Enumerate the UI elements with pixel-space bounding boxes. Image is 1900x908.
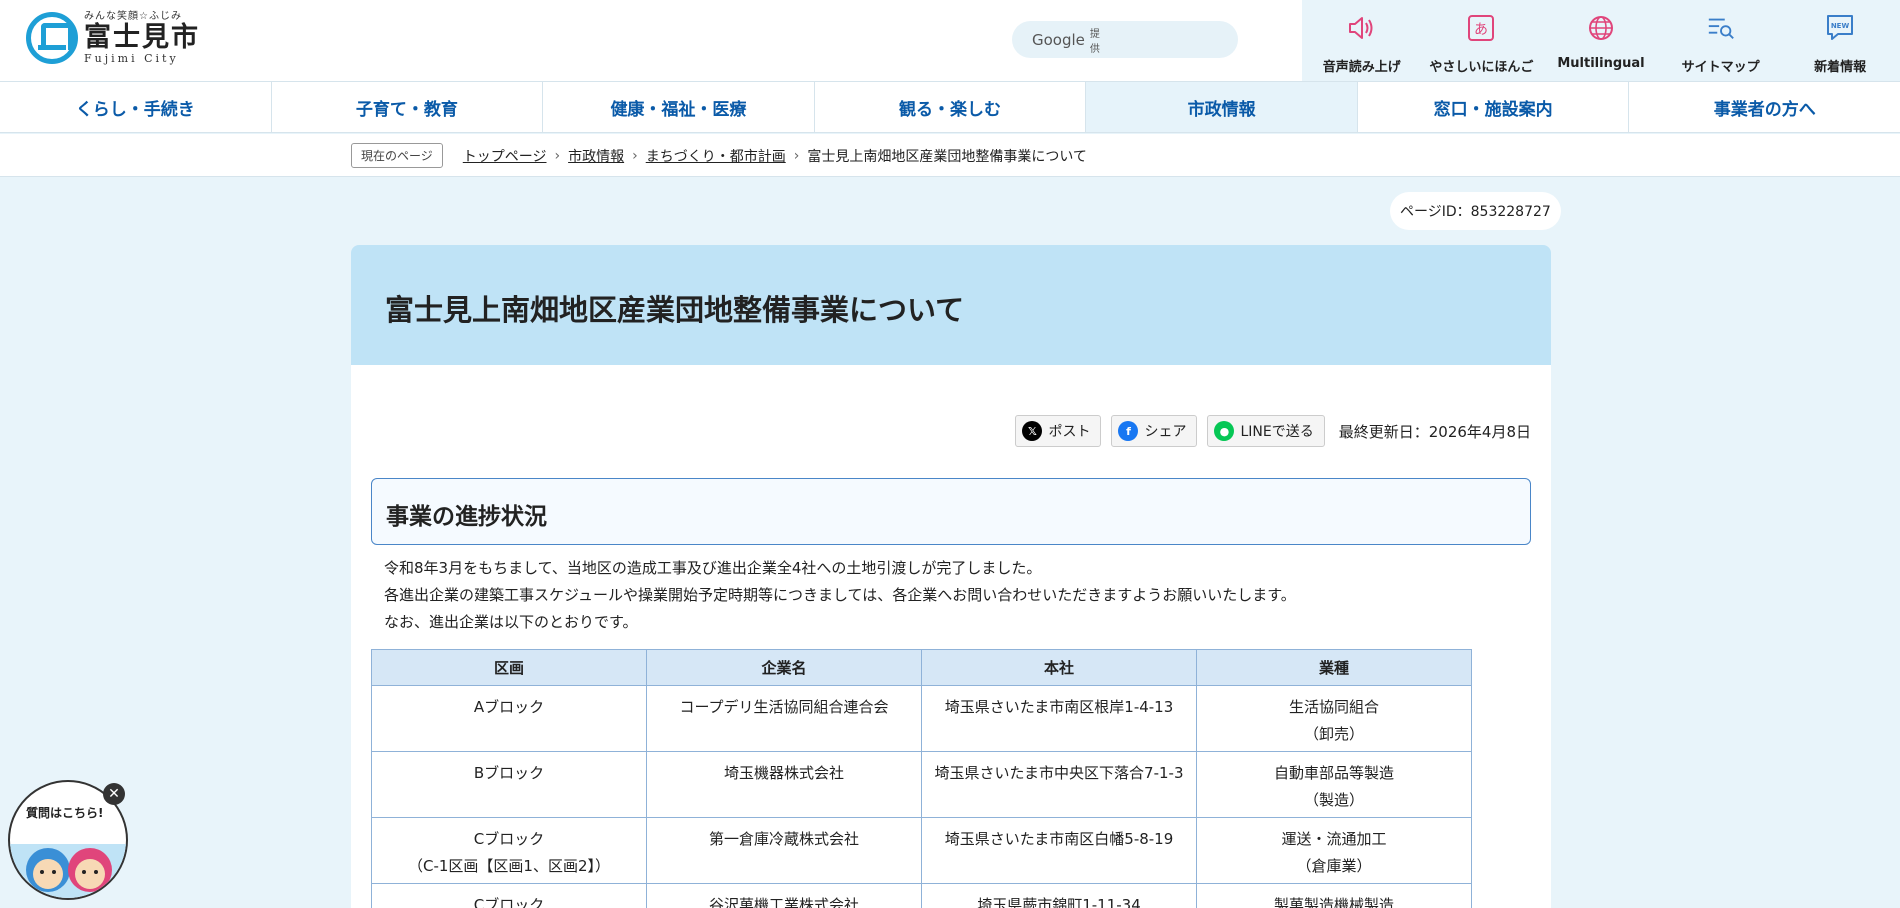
gnav-item-facilities[interactable]: 窓口・施設案内 bbox=[1358, 82, 1630, 132]
gnav-item-leisure[interactable]: 観る・楽しむ bbox=[815, 82, 1087, 132]
hiragana-a-icon: あ bbox=[1466, 13, 1496, 43]
cell-company: 埼玉機器株式会社 bbox=[646, 751, 922, 818]
cell-hq: 埼玉県さいたま市中央区下落合7-1-3 bbox=[921, 751, 1197, 818]
column-header: 区画 bbox=[371, 649, 647, 686]
cell-block: Cブロック （C-1区画【区画1、区画2】） bbox=[371, 817, 647, 884]
breadcrumb-link-top[interactable]: トップページ bbox=[463, 146, 547, 166]
page-id: ページID：853228727 bbox=[1390, 192, 1561, 230]
site-logo[interactable]: みんな笑顔☆ふじみ 富士見市 Fujimi City bbox=[26, 12, 200, 64]
breadcrumb-link-city-admin[interactable]: 市政情報 bbox=[568, 146, 624, 166]
util-sitemap[interactable]: サイトマップ bbox=[1661, 0, 1781, 81]
breadcrumb: 現在のページ トップページ › 市政情報 › まちづくり・都市計画 › 富士見上… bbox=[351, 143, 1087, 168]
new-bubble-icon: NEW bbox=[1825, 13, 1855, 43]
cell-company: コープデリ生活協同組合連合会 bbox=[646, 685, 922, 752]
section-heading-box: 事業の進捗状況 bbox=[371, 478, 1531, 545]
gnav-item-city-admin[interactable]: 市政情報 bbox=[1086, 82, 1358, 132]
share-x-label: ポスト bbox=[1048, 424, 1091, 440]
share-facebook-button[interactable]: f シェア bbox=[1111, 415, 1198, 447]
chatbot-close-button[interactable]: ✕ bbox=[103, 783, 125, 805]
share-x-button[interactable]: 𝕏 ポスト bbox=[1015, 415, 1102, 447]
table-row: Bブロック 埼玉機器株式会社 埼玉県さいたま市中央区下落合7-1-3 自動車部品… bbox=[371, 751, 1472, 818]
cell-industry: 生活協同組合 （卸売） bbox=[1196, 685, 1472, 752]
breadcrumb-link-urban-planning[interactable]: まちづくり・都市計画 bbox=[646, 146, 786, 166]
cell-block: Aブロック bbox=[371, 685, 647, 752]
speaker-icon bbox=[1347, 13, 1377, 43]
paragraph: 令和8年3月をもちまして、当地区の造成工事及び進出企業全4社への土地引渡しが完了… bbox=[384, 559, 1042, 577]
chevron-right-icon: › bbox=[632, 147, 638, 164]
svg-text:あ: あ bbox=[1474, 22, 1488, 38]
site-search: Google 提供 bbox=[1012, 21, 1276, 58]
util-label: Multilingual bbox=[1557, 56, 1645, 71]
main-content: 𝕏 ポスト f シェア ● LINEで送る 最終更新日：2026年4月8日 事業… bbox=[351, 365, 1551, 908]
gnav-item-health[interactable]: 健康・福祉・医療 bbox=[543, 82, 815, 132]
cell-industry: 自動車部品等製造 （製造） bbox=[1196, 751, 1472, 818]
share-line-button[interactable]: ● LINEで送る bbox=[1207, 415, 1325, 447]
city-emblem-icon bbox=[26, 12, 78, 64]
util-label: 音声読み上げ bbox=[1322, 60, 1401, 75]
title-box: 富士見上南畑地区産業団地整備事業について bbox=[351, 245, 1551, 365]
share-line-label: LINEで送る bbox=[1240, 424, 1314, 440]
line-icon: ● bbox=[1214, 421, 1235, 441]
chevron-right-icon: › bbox=[554, 147, 561, 164]
util-new-info[interactable]: NEW 新着情報 bbox=[1780, 0, 1900, 81]
breadcrumb-current: 富士見上南畑地区産業団地整備事業について bbox=[807, 148, 1087, 165]
paragraph: 各進出企業の建築工事スケジュールや操業開始予定時期等につきましては、各企業へお問… bbox=[384, 586, 1296, 604]
search-input[interactable] bbox=[1099, 24, 1276, 55]
table-row: Aブロック コープデリ生活協同組合連合会 埼玉県さいたま市南区根岸1-4-13 … bbox=[371, 685, 1472, 752]
cell-company: 第一倉庫冷蔵株式会社 bbox=[646, 817, 922, 884]
logo-name: 富士見市 bbox=[84, 22, 200, 53]
table-row: Cブロック （C-1区画【区画1、区画2】） 第一倉庫冷蔵株式会社 埼玉県さいたま… bbox=[371, 817, 1472, 884]
util-label: やさしいにほんご bbox=[1429, 60, 1534, 75]
util-label: 新着情報 bbox=[1814, 60, 1867, 75]
gnav-item-childcare[interactable]: 子育て・教育 bbox=[272, 82, 544, 132]
util-voice-reader[interactable]: 音声読み上げ bbox=[1302, 0, 1422, 81]
gnav-item-living[interactable]: くらし・手続き bbox=[0, 82, 272, 132]
column-header: 業種 bbox=[1196, 649, 1472, 686]
svg-text:NEW: NEW bbox=[1831, 22, 1850, 30]
table-row: Cブロック 谷沢菓機工業株式会社 埼玉県蕨市錦町1-11-34 製菓製造機械製造 bbox=[371, 883, 1472, 908]
utility-menu: 音声読み上げ あ やさしいにほんご Multilingual サイトマップ NE… bbox=[1302, 0, 1900, 81]
x-logo-icon: 𝕏 bbox=[1022, 421, 1043, 441]
gnav-item-business[interactable]: 事業者の方へ bbox=[1629, 82, 1900, 132]
util-easy-japanese[interactable]: あ やさしいにほんご bbox=[1422, 0, 1542, 81]
facebook-icon: f bbox=[1118, 421, 1139, 441]
table-header-row: 区画 企業名 本社 業種 bbox=[371, 649, 1472, 686]
sitemap-icon bbox=[1706, 13, 1736, 43]
column-header: 企業名 bbox=[646, 649, 922, 686]
google-brand: Google bbox=[1032, 30, 1085, 49]
cell-industry: 製菓製造機械製造 bbox=[1196, 883, 1472, 908]
section-body: 令和8年3月をもちまして、当地区の造成工事及び進出企業全4社への土地引渡しが完了… bbox=[384, 555, 1296, 636]
cell-block: Cブロック bbox=[371, 883, 647, 908]
util-label: サイトマップ bbox=[1681, 60, 1760, 75]
logo-name-en: Fujimi City bbox=[84, 52, 179, 65]
cell-block: Bブロック bbox=[371, 751, 647, 818]
util-multilingual[interactable]: Multilingual bbox=[1541, 0, 1661, 81]
cell-hq: 埼玉県さいたま市南区根岸1-4-13 bbox=[921, 685, 1197, 752]
cell-hq: 埼玉県さいたま市南区白幡5-8-19 bbox=[921, 817, 1197, 884]
share-bar: 𝕏 ポスト f シェア ● LINEで送る 最終更新日：2026年4月8日 bbox=[1005, 415, 1531, 447]
cell-industry: 運送・流通加工 （倉庫業） bbox=[1196, 817, 1472, 884]
chevron-right-icon: › bbox=[793, 147, 800, 164]
column-header: 本社 bbox=[921, 649, 1197, 686]
logo-tagline: みんな笑顔☆ふじみ bbox=[84, 11, 182, 22]
breadcrumb-bar: 現在のページ トップページ › 市政情報 › まちづくり・都市計画 › 富士見上… bbox=[0, 134, 1900, 177]
companies-table: 区画 企業名 本社 業種 Aブロック コープデリ生活協同組合連合会 埼玉県さいた… bbox=[371, 649, 1472, 908]
cell-company: 谷沢菓機工業株式会社 bbox=[646, 883, 922, 908]
share-facebook-label: シェア bbox=[1144, 424, 1187, 440]
paragraph: なお、進出企業は以下のとおりです。 bbox=[384, 613, 638, 631]
search-provided-label: 提供 bbox=[1089, 28, 1100, 55]
cell-hq: 埼玉県蕨市錦町1-11-34 bbox=[921, 883, 1197, 908]
section-heading: 事業の進捗状況 bbox=[386, 504, 547, 530]
global-nav: くらし・手続き 子育て・教育 健康・福祉・医療 観る・楽しむ 市政情報 窓口・施… bbox=[0, 81, 1900, 133]
last-updated: 最終更新日：2026年4月8日 bbox=[1338, 422, 1531, 441]
globe-icon bbox=[1586, 13, 1616, 43]
current-page-badge: 現在のページ bbox=[351, 143, 443, 168]
page-title: 富士見上南畑地区産業団地整備事業について bbox=[385, 293, 965, 327]
site-header: みんな笑顔☆ふじみ 富士見市 Fujimi City Google 提供 音声読… bbox=[0, 0, 1900, 81]
